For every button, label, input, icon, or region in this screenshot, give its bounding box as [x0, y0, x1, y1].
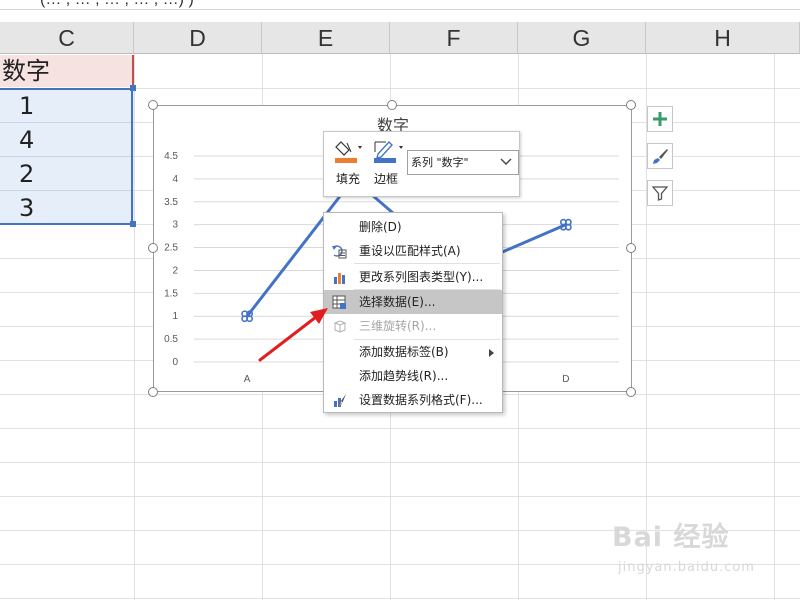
series-name-range-edge [132, 55, 134, 87]
menu-item-label: 更改系列图表类型(Y)... [359, 270, 484, 284]
watermark: Bai 经验 jingyan.baidu.com [612, 515, 755, 575]
column-header-d[interactable]: D [134, 22, 262, 54]
column-header-g[interactable]: G [518, 22, 646, 54]
menu-item-delete[interactable]: 删除(D) [324, 215, 502, 239]
range-resize-handle[interactable] [130, 221, 136, 227]
y-tick-label: 2 [172, 265, 178, 276]
watermark-brand: Bai 经验 [612, 522, 730, 553]
column-header-f[interactable]: F [390, 22, 518, 54]
menu-item-label: 添加数据标签(B) [359, 345, 449, 359]
menu-item-change-chart-type[interactable]: 更改系列图表类型(Y)... [324, 265, 502, 289]
chevron-down-icon [500, 158, 512, 165]
menu-item-reset-style[interactable]: 重设以匹配样式(A) [324, 239, 502, 263]
plus-icon [653, 112, 667, 126]
column-header-c[interactable]: C [0, 22, 134, 54]
filter-icon [652, 186, 668, 201]
chart-resize-handle[interactable] [148, 243, 158, 253]
formula-text: (… , … , … , … , …) ) [40, 0, 194, 9]
paint-bucket-icon [335, 141, 362, 163]
chart-type-icon [334, 273, 345, 284]
x-tick-label: D [562, 374, 569, 385]
y-tick-label: 3 [172, 220, 178, 231]
column-header-h[interactable]: H [646, 22, 800, 54]
menu-item-label: 删除(D) [359, 220, 402, 234]
menu-item-label: 三维旋转(R)... [359, 319, 437, 333]
menu-item-label: 添加趋势线(R)... [359, 369, 449, 383]
submenu-arrow-icon [489, 349, 494, 357]
brush-icon [653, 149, 668, 164]
y-tick-label: 1 [172, 311, 178, 322]
chart-filters-button[interactable] [647, 180, 673, 206]
border-label: 边框 [374, 172, 399, 186]
annotation-arrow [258, 308, 328, 362]
grid-line [0, 462, 800, 463]
context-menu: 删除(D) 重设以匹配样式(A) 更改系列图表类型(Y)... 选择数据(E).… [323, 212, 503, 413]
menu-item-3d-rotation[interactable]: 三维旋转(R)... [324, 314, 502, 338]
menu-item-add-data-labels[interactable]: 添加数据标签(B) [324, 340, 502, 364]
menu-item-format-series[interactable]: 设置数据系列格式(F)... [324, 388, 502, 412]
menu-item-select-data[interactable]: 选择数据(E)... [324, 290, 502, 314]
chart-resize-handle[interactable] [387, 100, 397, 110]
format-series-icon [334, 394, 346, 407]
menu-item-add-trendline[interactable]: 添加趋势线(R)... [324, 364, 502, 388]
grid-line [0, 428, 800, 429]
cell-c1-header[interactable]: 数字 [0, 55, 134, 87]
chart-resize-handle[interactable] [626, 387, 636, 397]
series-select-value: 系列 "数字" [411, 156, 469, 169]
chart-resize-handle[interactable] [148, 100, 158, 110]
chart-styles-button[interactable] [647, 143, 673, 169]
pen-icon [374, 140, 403, 163]
y-tick-label: 0 [172, 357, 178, 368]
chart-resize-handle[interactable] [626, 243, 636, 253]
y-tick-label: 4.5 [164, 151, 178, 162]
y-tick-label: 2.5 [164, 243, 178, 254]
y-tick-label: 3.5 [164, 197, 178, 208]
x-tick-label: A [244, 374, 251, 385]
menu-separator [354, 263, 500, 264]
data-range-selection [0, 88, 133, 225]
y-tick-label: 4 [172, 174, 178, 185]
grid-line [134, 54, 135, 600]
reset-style-icon [332, 245, 347, 259]
menu-item-label: 重设以匹配样式(A) [359, 244, 461, 258]
series-select[interactable]: 系列 "数字" [407, 150, 519, 175]
y-tick-label: 1.5 [164, 288, 178, 299]
border-button[interactable] [372, 138, 404, 166]
grid-line [774, 54, 775, 600]
menu-item-label: 选择数据(E)... [359, 295, 436, 309]
column-header-e[interactable]: E [262, 22, 390, 54]
chart-elements-button[interactable] [647, 106, 673, 132]
fill-button[interactable] [333, 138, 363, 166]
mini-toolbar: 填充 边框 系列 "数字" [323, 131, 520, 197]
grid-line [0, 496, 800, 497]
watermark-url: jingyan.baidu.com [618, 560, 755, 575]
fill-label: 填充 [336, 172, 361, 186]
formula-bar[interactable]: (… , … , … , … , …) ) [0, 0, 800, 10]
menu-item-label: 设置数据系列格式(F)... [359, 393, 483, 407]
range-resize-handle[interactable] [130, 85, 136, 91]
y-tick-label: 0.5 [164, 334, 178, 345]
chart-resize-handle[interactable] [626, 100, 636, 110]
chart-resize-handle[interactable] [148, 387, 158, 397]
grid-line [0, 598, 800, 599]
